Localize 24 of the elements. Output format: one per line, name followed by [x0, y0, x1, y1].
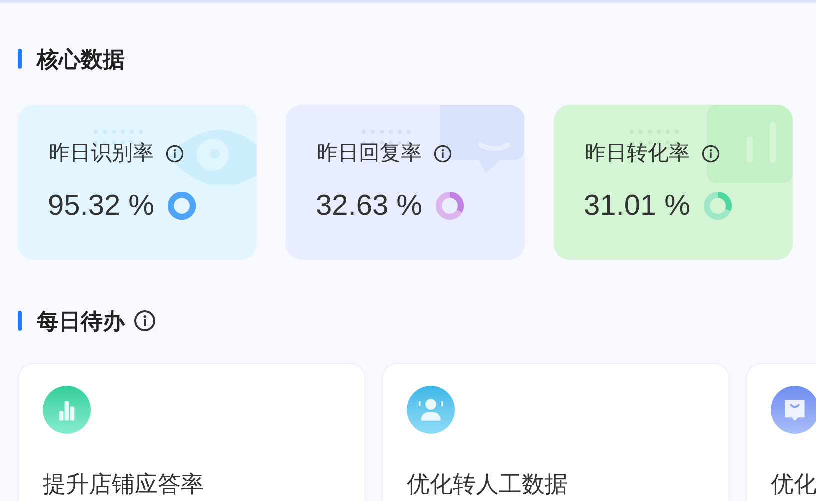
metric-value: 95.32 %: [48, 192, 156, 220]
info-icon[interactable]: [134, 310, 156, 332]
task-card[interactable]: 优化转人工数据: [382, 363, 730, 501]
metric-value: 32.63 %: [316, 192, 424, 220]
section-marker: [18, 311, 22, 331]
metric-value: 31.01 %: [584, 192, 692, 220]
donut-meter: [435, 191, 465, 221]
task-title: 优化转人工数据: [407, 473, 569, 496]
bar-chart-icon: [43, 386, 91, 434]
task-title: 提升店铺应答率: [43, 473, 205, 496]
person-icon: [407, 386, 455, 434]
metric-label: 昨日回复率: [317, 143, 422, 164]
info-icon[interactable]: [702, 144, 720, 162]
info-icon[interactable]: [434, 144, 452, 162]
section-title: 每日待办: [37, 308, 125, 336]
donut-meter: [703, 191, 733, 221]
task-card[interactable]: 提升店铺应答率: [18, 363, 366, 501]
section-title: 核心数据: [37, 46, 125, 74]
donut-meter: [167, 191, 197, 221]
section-marker: [18, 49, 22, 69]
info-icon[interactable]: [166, 144, 184, 162]
metric-label: 昨日识别率: [49, 143, 154, 164]
bag-icon: [771, 386, 816, 434]
metric-label: 昨日转化率: [585, 143, 690, 164]
